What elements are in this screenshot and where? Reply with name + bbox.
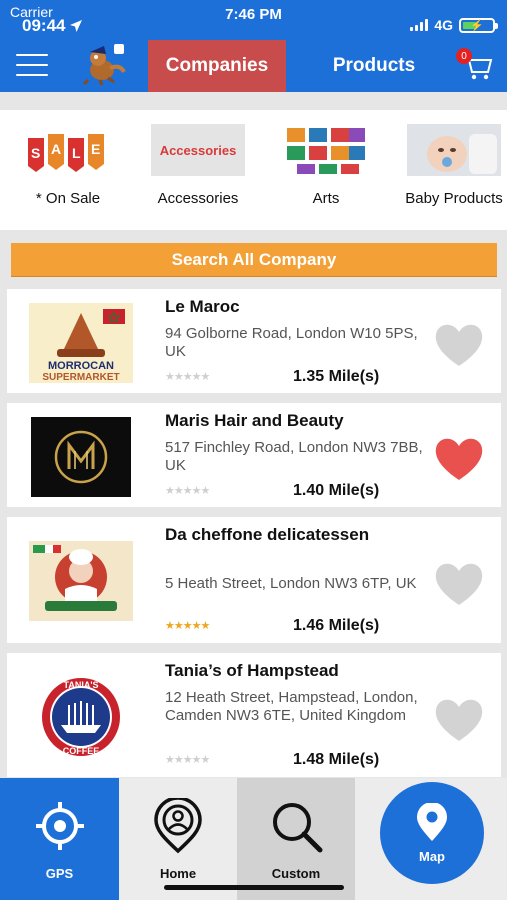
home-pin-icon [150, 798, 206, 854]
home-indicator [164, 885, 344, 890]
app-logo [80, 42, 128, 86]
rating-stars: ★★★★★ [165, 754, 210, 766]
category-label: Baby Products [405, 190, 503, 207]
company-distance: 1.35 Mile(s) [293, 368, 380, 385]
nav-custom-button[interactable]: Custom [237, 778, 355, 900]
nav-home-button[interactable]: Home [119, 778, 237, 900]
company-distance: 1.40 Mile(s) [293, 482, 380, 499]
category-strip[interactable]: S A L E * On Sale Accessories Accessorie… [0, 110, 507, 230]
category-label: * On Sale [35, 190, 101, 207]
company-logo [31, 417, 131, 497]
cart-button[interactable]: 0 [456, 48, 494, 82]
map-pin-icon [417, 802, 447, 841]
sale-image-letter-s: S [31, 145, 40, 161]
nav-map-button[interactable]: Map [380, 782, 484, 884]
accessories-image-text: Accessories [159, 142, 237, 158]
company-logo [29, 541, 133, 621]
company-logo: MORROCAN SUPERMARKET [29, 303, 133, 383]
company-address: 5 Heath Street, London NW3 6TP, UK [165, 575, 417, 592]
tab-products[interactable]: Products [306, 40, 442, 92]
sale-tags-image: S A L E [22, 124, 114, 176]
rating-stars: ★★★★★ [165, 371, 210, 383]
status-indicators: 4G ⚡ [410, 17, 498, 33]
top-bar: Carrier 09:44 7:46 PM 4G ⚡ Companies Pro… [0, 0, 507, 92]
tab-companies[interactable]: Companies [148, 40, 286, 92]
nav-custom-label: Custom [271, 866, 321, 881]
nav-gps-button[interactable]: GPS [0, 778, 119, 900]
sale-image-letter-l: L [72, 145, 81, 161]
hamburger-menu-icon[interactable] [16, 54, 48, 76]
logo-text-coffee: COFFEE [63, 746, 100, 756]
company-card-da-cheffone[interactable]: Da cheffone delicatessen 5 Heath Street,… [7, 517, 501, 643]
category-arts[interactable]: Arts [260, 110, 392, 230]
rating-stars: ★★★★★ [165, 485, 210, 497]
company-card-maris-hair[interactable]: Maris Hair and Beauty 517 Finchley Road,… [7, 403, 501, 507]
company-address: 12 Heath Street, Hampstead, London, Camd… [165, 689, 418, 724]
category-baby-products[interactable]: Baby Products [392, 110, 507, 230]
battery-icon: ⚡ [459, 17, 498, 33]
baby-photo [407, 124, 501, 176]
logo-text-supermarket: SUPERMARKET [42, 372, 119, 383]
favorite-heart-icon[interactable] [433, 697, 485, 743]
nav-map-label: Map [419, 848, 445, 864]
category-accessories[interactable]: Accessories Accessories [136, 110, 260, 230]
company-name: Maris Hair and Beauty [165, 411, 344, 430]
nav-gps-label: GPS [45, 866, 74, 881]
search-icon [268, 798, 324, 854]
category-label: Accessories [157, 190, 239, 207]
rating-stars: ★★★★★ [165, 620, 210, 632]
company-name: Le Maroc [165, 297, 240, 316]
arts-icons-image [283, 124, 369, 176]
network-type: 4G [434, 17, 453, 33]
sale-image-letter-a: A [51, 141, 61, 157]
company-name: Tania’s of Hampstead [165, 661, 339, 680]
company-distance: 1.46 Mile(s) [293, 617, 380, 634]
company-name: Da cheffone delicatessen [165, 525, 370, 544]
company-logo: TANIA'S COFFEE [29, 677, 133, 757]
search-all-company-button[interactable]: Search All Company [11, 243, 497, 277]
logo-text-tanias: TANIA'S [64, 680, 99, 690]
favorite-heart-icon[interactable] [433, 436, 485, 482]
gps-target-icon [32, 798, 88, 854]
sale-image-letter-e: E [91, 141, 100, 157]
company-address: 94 Golborne Road, London W10 5PS, UK [165, 325, 418, 360]
logo-text-morrocan: MORROCAN [48, 360, 114, 372]
favorite-heart-icon[interactable] [433, 561, 485, 607]
signal-icon [410, 19, 429, 31]
company-card-le-maroc[interactable]: MORROCAN SUPERMARKET Le Maroc 94 Golborn… [7, 289, 501, 393]
category-on-sale[interactable]: S A L E * On Sale [0, 110, 136, 230]
favorite-heart-icon[interactable] [433, 322, 485, 368]
company-address: 517 Finchley Road, London NW3 7BB, UK [165, 439, 423, 474]
accessories-image: Accessories [151, 124, 245, 176]
cart-count-badge: 0 [456, 48, 472, 64]
company-distance: 1.48 Mile(s) [293, 751, 380, 768]
category-label: Arts [312, 190, 340, 207]
nav-home-label: Home [159, 866, 197, 881]
company-card-tanias[interactable]: TANIA'S COFFEE Tania’s of Hampstead 12 H… [7, 653, 501, 777]
